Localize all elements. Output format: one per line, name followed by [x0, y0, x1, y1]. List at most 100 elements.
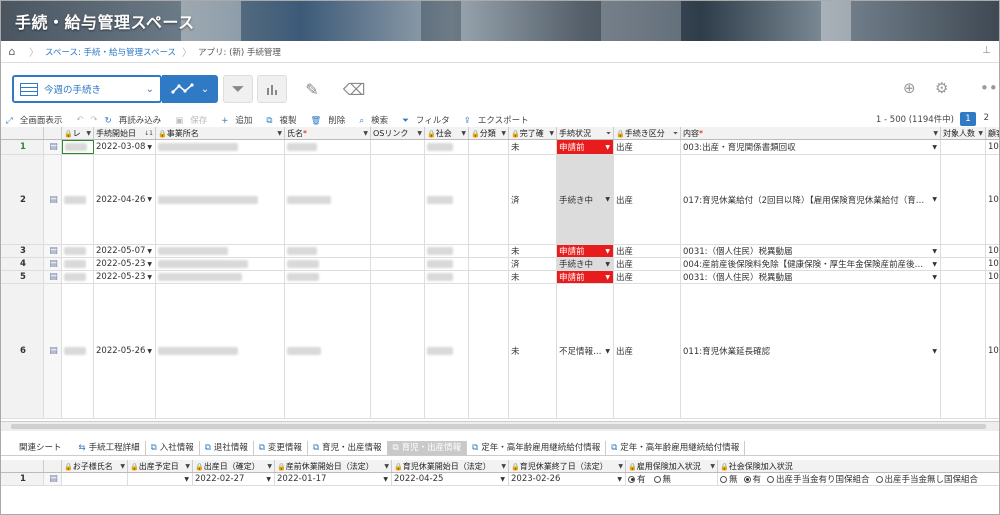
tab-childcare-info[interactable]: ⧉ 育児・出産情報: [308, 441, 388, 455]
cell-customer[interactable]: 105: [986, 271, 999, 283]
cell-content[interactable]: 004:産前産後保険料免除【健康保険・厚生年金保険産前産後… ▼: [681, 258, 941, 270]
cell-name[interactable]: [285, 271, 371, 283]
graph-view-button[interactable]: ⌄: [162, 75, 218, 103]
cell-check[interactable]: [62, 271, 94, 283]
column-header[interactable]: OSリンク ▼: [371, 127, 425, 139]
cell-prenatal-start[interactable]: 2022-01-17 ▼: [275, 473, 392, 485]
tab-change-info[interactable]: ⧉ 変更情報: [254, 441, 308, 455]
document-icon[interactable]: ▤: [44, 258, 62, 270]
cell-child-name[interactable]: [62, 473, 128, 485]
table-row[interactable]: 2 ▤ 2022-04-26 ▼ 済 手続き中 ▼ 出産 017:育児休業給付（2回…: [1, 155, 999, 245]
cell-office[interactable]: [156, 284, 285, 418]
cell-name[interactable]: [285, 155, 371, 244]
cell-count[interactable]: [941, 271, 986, 283]
table-row[interactable]: 6 ▤ 2022-05-26 ▼ 未 不足情報… ▼ 出産 011:育児休業延長確認…: [1, 284, 999, 419]
cell-social-insurance[interactable]: 無 有 出産手当金有り国保組合 出産手当金無し国保組合: [718, 473, 999, 485]
chevron-down-icon[interactable]: ▼: [501, 460, 506, 472]
document-icon[interactable]: ▤: [44, 284, 62, 418]
column-header[interactable]: 対象人数 ▼: [941, 127, 986, 139]
column-header[interactable]: 内容* ▼: [681, 127, 941, 139]
cell-start-date[interactable]: 2022-03-08 ▼: [94, 140, 156, 154]
cell-social[interactable]: [425, 155, 469, 244]
cell-os-link[interactable]: [371, 284, 425, 418]
cell-check[interactable]: [62, 258, 94, 270]
column-header[interactable]: 手続状況 ⏷: [557, 127, 614, 139]
column-header[interactable]: 🔒出産予定日 ▼: [128, 460, 193, 472]
cell-os-link[interactable]: [371, 140, 425, 154]
filter-icon[interactable]: ⏷: [673, 127, 678, 139]
add-circle-icon[interactable]: ⊕: [903, 79, 916, 97]
cell-start-date[interactable]: 2022-05-26 ▼: [94, 284, 156, 418]
cell-kubun[interactable]: 出産: [614, 155, 681, 244]
column-header[interactable]: 🔒事業所名 ▼: [156, 127, 285, 139]
subgrid-row[interactable]: 1 ▤ ▼ 2022-02-27 ▼ 2022-01-17 ▼ 2022-04-25…: [1, 473, 999, 486]
cell-status[interactable]: 不足情報… ▼: [557, 284, 614, 418]
cell-office[interactable]: [156, 258, 285, 270]
column-header[interactable]: 🔒社会 ▼: [425, 127, 469, 139]
chevron-down-icon[interactable]: ▼: [605, 144, 610, 151]
chevron-down-icon[interactable]: ▼: [617, 476, 622, 483]
radio-social-no[interactable]: [720, 475, 727, 483]
radio-social-opt1[interactable]: [767, 475, 775, 483]
cell-kubun[interactable]: 出産: [614, 271, 681, 283]
column-header[interactable]: 氏名* ▼: [285, 127, 371, 139]
page-1-button[interactable]: 1: [960, 112, 976, 126]
cell-category[interactable]: [469, 245, 509, 257]
table-row[interactable]: 5 ▤ 2022-05-23 ▼ 未 申請前 ▼ 出産 0031:（個人住民）税異動…: [1, 271, 999, 284]
cell-category[interactable]: [469, 284, 509, 418]
chevron-down-icon[interactable]: ▼: [932, 144, 937, 151]
cell-content[interactable]: 0031:（個人住民）税異動届 ▼: [681, 245, 941, 257]
document-icon[interactable]: ▤: [44, 155, 62, 244]
chevron-down-icon[interactable]: ▼: [147, 261, 152, 268]
table-row[interactable]: 3 ▤ 2022-05-07 ▼ 未 申請前 ▼ 出産 0031:（個人住民）税異動…: [1, 245, 999, 258]
chevron-down-icon[interactable]: ▼: [605, 274, 610, 281]
cell-name[interactable]: [285, 284, 371, 418]
chevron-down-icon[interactable]: ▼: [710, 460, 715, 472]
search-button[interactable]: ⌕ 検索: [359, 114, 395, 126]
cell-category[interactable]: [469, 271, 509, 283]
cell-childcare-start[interactable]: 2022-04-25 ▼: [392, 473, 509, 485]
delete-button[interactable]: 🗑 削除: [311, 114, 353, 126]
save-button[interactable]: ▣ 保存: [175, 114, 214, 126]
chevron-down-icon[interactable]: ▼: [417, 127, 422, 139]
cell-count[interactable]: [941, 284, 986, 418]
chevron-down-icon[interactable]: ▼: [461, 127, 466, 139]
cell-check[interactable]: [62, 140, 94, 154]
pin-icon[interactable]: ⊥: [982, 45, 991, 56]
cell-customer[interactable]: 101: [986, 155, 999, 244]
chevron-down-icon[interactable]: ▼: [933, 127, 938, 139]
column-header[interactable]: 🔒手続き区分 ⏷: [614, 127, 681, 139]
chevron-down-icon[interactable]: ▼: [384, 460, 389, 472]
cell-count[interactable]: [941, 258, 986, 270]
cell-start-date[interactable]: 2022-05-23 ▼: [94, 258, 156, 270]
scrollbar-thumb[interactable]: [11, 424, 986, 429]
tab-childcare-info-active[interactable]: ⧉ 育児・出産情報: [387, 441, 468, 455]
fullscreen-button[interactable]: ⤢ 全画面表示: [6, 114, 69, 126]
cell-status[interactable]: 申請前 ▼: [557, 140, 614, 154]
chevron-down-icon[interactable]: ▼: [501, 127, 506, 139]
chevron-down-icon[interactable]: ▼: [618, 460, 623, 472]
column-header[interactable]: 手続開始日 ↓1: [94, 127, 156, 139]
column-header[interactable]: 🔒レ ▼: [62, 127, 94, 139]
chevron-down-icon[interactable]: ▼: [147, 248, 152, 255]
more-icon[interactable]: •••: [980, 79, 999, 97]
chevron-down-icon[interactable]: ▼: [277, 127, 282, 139]
add-button[interactable]: + 追加: [221, 114, 259, 126]
cell-social[interactable]: [425, 284, 469, 418]
chevron-down-icon[interactable]: ▼: [147, 196, 152, 203]
cell-os-link[interactable]: [371, 258, 425, 270]
cell-done[interactable]: 済: [509, 155, 557, 244]
column-header[interactable]: 🔒お子様氏名 ▼: [62, 460, 128, 472]
tab-leave-info[interactable]: ⧉ 退社情報: [200, 441, 254, 455]
chevron-down-icon[interactable]: ▼: [932, 261, 937, 268]
cell-content[interactable]: 017:育児休業給付（2回目以降）【雇用保険育児休業給付（育… ▼: [681, 155, 941, 244]
tab-retirement-info[interactable]: ⧉ 定年・高年齢雇用継続給付情報: [467, 441, 607, 455]
cell-customer[interactable]: 103: [986, 140, 999, 154]
cell-start-date[interactable]: 2022-05-07 ▼: [94, 245, 156, 257]
column-header[interactable]: 🔒雇用保険加入状況 ▼: [626, 460, 718, 472]
cell-status[interactable]: 申請前 ▼: [557, 245, 614, 257]
table-row[interactable]: 1 ▤ 2022-03-08 ▼ 未 申請前 ▼ 出産 003:出産・育児関係書類回…: [1, 140, 999, 155]
chevron-down-icon[interactable]: ▼: [363, 127, 368, 139]
cell-status[interactable]: 手続き中 ▼: [557, 258, 614, 270]
cell-content[interactable]: 003:出産・育児関係書類回収 ▼: [681, 140, 941, 154]
